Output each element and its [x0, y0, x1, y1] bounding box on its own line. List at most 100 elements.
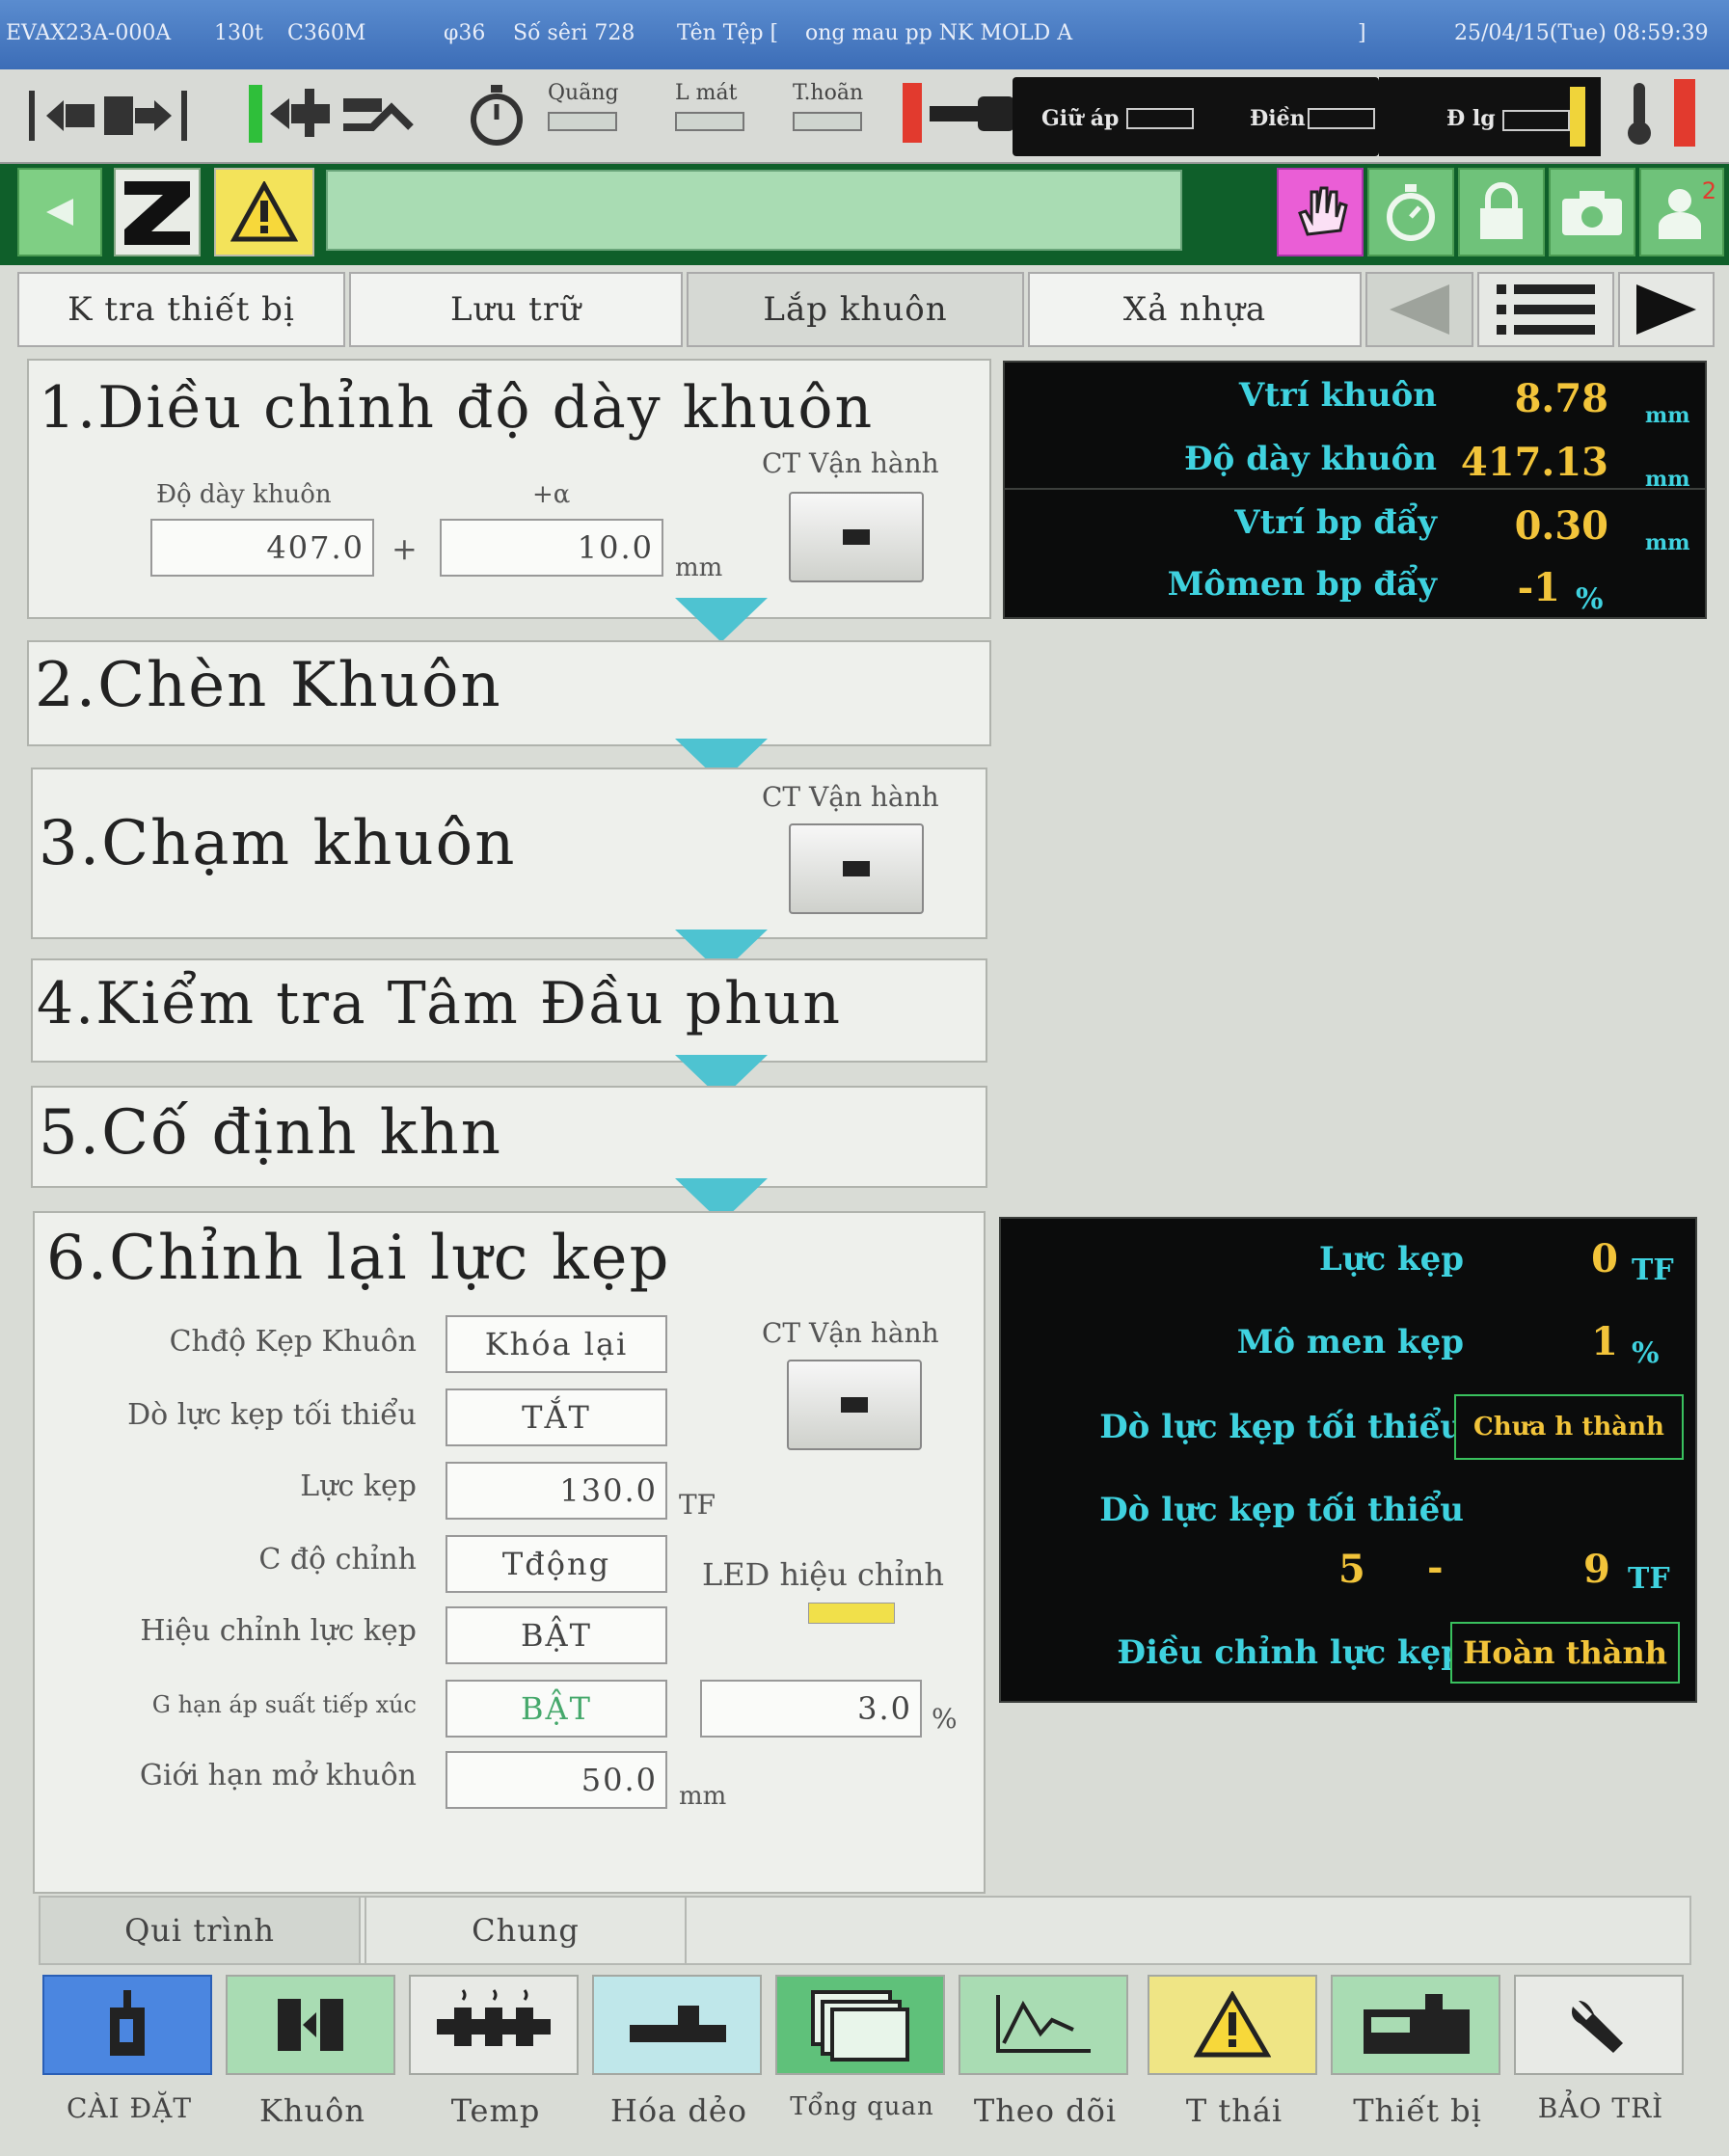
list-icon: [1497, 284, 1595, 335]
contact-pressure-limit-input[interactable]: 3.0: [700, 1680, 922, 1738]
tab-purge[interactable]: Xả nhựa: [1028, 272, 1362, 347]
toolbar: 2: [0, 164, 1729, 265]
clamp-force-label: Lực kẹp: [300, 1469, 417, 1503]
next-tab-button[interactable]: [1618, 272, 1715, 347]
device-icon: [1331, 1975, 1500, 2075]
min-range-unit: TF: [1628, 1562, 1670, 1596]
ejector-torque-unit: %: [1576, 582, 1604, 616]
step-3-run-button[interactable]: [789, 823, 924, 914]
min-range-dash: -: [1427, 1545, 1444, 1590]
subtab-procedure[interactable]: Qui trình: [39, 1896, 361, 1965]
fill-bar: [1308, 108, 1375, 129]
nav-settings[interactable]: CÀI ĐẶT: [42, 1971, 216, 2139]
stroke-bar: [548, 112, 617, 131]
clamp-monitor-panel: Lực kẹp 0 TF Mô men kẹp 1 % Dò lực kẹp t…: [999, 1217, 1697, 1703]
nav-maintenance-label: BẢO TRÌ: [1537, 2092, 1664, 2124]
nav-maintenance[interactable]: BẢO TRÌ: [1514, 1971, 1688, 2139]
adjust-mode-select[interactable]: Tđộng: [446, 1535, 667, 1593]
min-search-status: Chưa h thành: [1454, 1394, 1684, 1460]
cooling-bar: [675, 112, 744, 131]
nav-overview[interactable]: Tổng quan: [775, 1971, 949, 2139]
tab-list-button[interactable]: [1477, 272, 1614, 347]
hand-icon: [1298, 186, 1348, 236]
machine-id: EVAX23A-000A: [6, 21, 172, 45]
led-indicator: [808, 1603, 895, 1624]
nav-status[interactable]: T thái: [1148, 1971, 1321, 2139]
nav-temp-label: Temp: [450, 2092, 541, 2129]
heater-status: [1674, 79, 1695, 147]
injection-unit-icon: [247, 79, 420, 147]
mold-open-limit-input[interactable]: 50.0: [446, 1751, 667, 1809]
nav-overview-label: Tổng quan: [790, 2092, 934, 2121]
stop-square-icon: [843, 861, 870, 876]
step-5-title: 5.Cố định khn: [39, 1097, 502, 1169]
nav-monitor[interactable]: Theo dõi: [959, 1971, 1132, 2139]
tab-storage[interactable]: Lưu trữ: [349, 272, 683, 347]
serial-number: Số sêri 728: [513, 21, 635, 45]
step-1-run-label: CT Vận hành: [762, 447, 939, 479]
clamp-correction-toggle[interactable]: BẬT: [446, 1606, 667, 1664]
tab-equipment-check[interactable]: K tra thiết bị: [17, 272, 345, 347]
tab-mold-setup[interactable]: Lắp khuôn: [687, 272, 1024, 347]
step-3-title: 3.Chạm khuôn: [39, 808, 517, 879]
prev-tab-button[interactable]: [1365, 272, 1473, 347]
clamp-adjust-status: Hoàn thành: [1450, 1622, 1680, 1684]
clamp-mode-select[interactable]: Khóa lại: [446, 1315, 667, 1373]
alarm-button[interactable]: [214, 168, 314, 256]
plus-sign: +: [392, 530, 418, 567]
step-4-title: 4.Kiểm tra Tâm Đầu phun: [37, 970, 843, 1038]
min-clamp-search-toggle[interactable]: TẮT: [446, 1388, 667, 1446]
step-6-run-button[interactable]: [787, 1360, 922, 1450]
clamp-mode-label: Chđộ Kẹp Khuôn: [169, 1325, 417, 1359]
step-2-panel: 2.Chèn Khuôn: [27, 640, 991, 746]
tonnage: 130t: [214, 21, 263, 45]
step-6-title: 6.Chỉnh lại lực kẹp: [46, 1223, 671, 1294]
settings-icon: [42, 1975, 212, 2075]
step-3-panel: CT Vận hành 3.Chạm khuôn: [31, 768, 987, 939]
divider: [1005, 488, 1705, 490]
zero-reset-button[interactable]: [114, 168, 201, 256]
process-status-panel: Giữ áp Điền: [1013, 77, 1379, 156]
nav-device[interactable]: Thiết bị: [1331, 1971, 1504, 2139]
mold-thickness-value: 417.13: [1460, 440, 1608, 485]
manual-mode-button[interactable]: [1277, 168, 1364, 256]
plasticize-icon: [592, 1975, 762, 2075]
heater-icon: [409, 1975, 579, 2075]
hold-pressure-label: Giữ áp: [1041, 106, 1120, 131]
triangle-left-icon: [1390, 284, 1449, 335]
min-range-from: 5: [1338, 1547, 1365, 1592]
mold-thickness-label: Độ dày khuôn: [156, 480, 332, 509]
z-logo-icon: [124, 181, 190, 245]
clamp-force-input[interactable]: 130.0: [446, 1462, 667, 1520]
step-1-run-button[interactable]: [789, 492, 924, 582]
monitor-icon: [959, 1975, 1128, 2075]
file-name: ong mau pp NK MOLD A: [805, 21, 1073, 45]
subtab-general[interactable]: Chung: [365, 1896, 687, 1965]
clamp-correction-label: Hiệu chỉnh lực kẹp: [140, 1614, 417, 1648]
metering-bar: [1502, 110, 1570, 131]
ejector-torque-label: Mômen bp đẩy: [1167, 565, 1437, 604]
mold-open-limit-label: Giới hạn mở khuôn: [139, 1759, 417, 1792]
mold-thickness-input[interactable]: 407.0: [150, 519, 374, 577]
screw-size: φ36: [444, 21, 486, 45]
nav-temp[interactable]: Temp: [409, 1971, 582, 2139]
metering-label: Đ lg: [1446, 106, 1496, 131]
user-button[interactable]: 2: [1639, 168, 1724, 256]
nav-device-label: Thiết bị: [1353, 2092, 1482, 2129]
led-adjust-label: LED hiệu chỉnh: [702, 1556, 944, 1593]
lock-button[interactable]: [1458, 168, 1545, 256]
contact-pressure-limit-label: G hạn áp suất tiếp xúc: [151, 1691, 417, 1718]
timer-button[interactable]: [1367, 168, 1454, 256]
adjust-mode-label: C độ chỉnh: [258, 1543, 417, 1577]
alpha-input[interactable]: 10.0: [440, 519, 663, 577]
clamp-torque-label: Mô men kẹp: [1236, 1323, 1464, 1361]
screenshot-button[interactable]: [1549, 168, 1635, 256]
back-button[interactable]: [17, 168, 102, 256]
nav-status-label: T thái: [1185, 2092, 1283, 2129]
nav-mold[interactable]: Khuôn: [226, 1971, 399, 2139]
step-1-unit: mm: [675, 553, 723, 582]
file-label: Tên Tệp [: [677, 21, 779, 45]
nav-plasticize[interactable]: Hóa dẻo: [592, 1971, 766, 2139]
contact-pressure-limit-toggle[interactable]: BẬT: [446, 1680, 667, 1738]
clamp-torque-value: 1: [1591, 1319, 1618, 1364]
